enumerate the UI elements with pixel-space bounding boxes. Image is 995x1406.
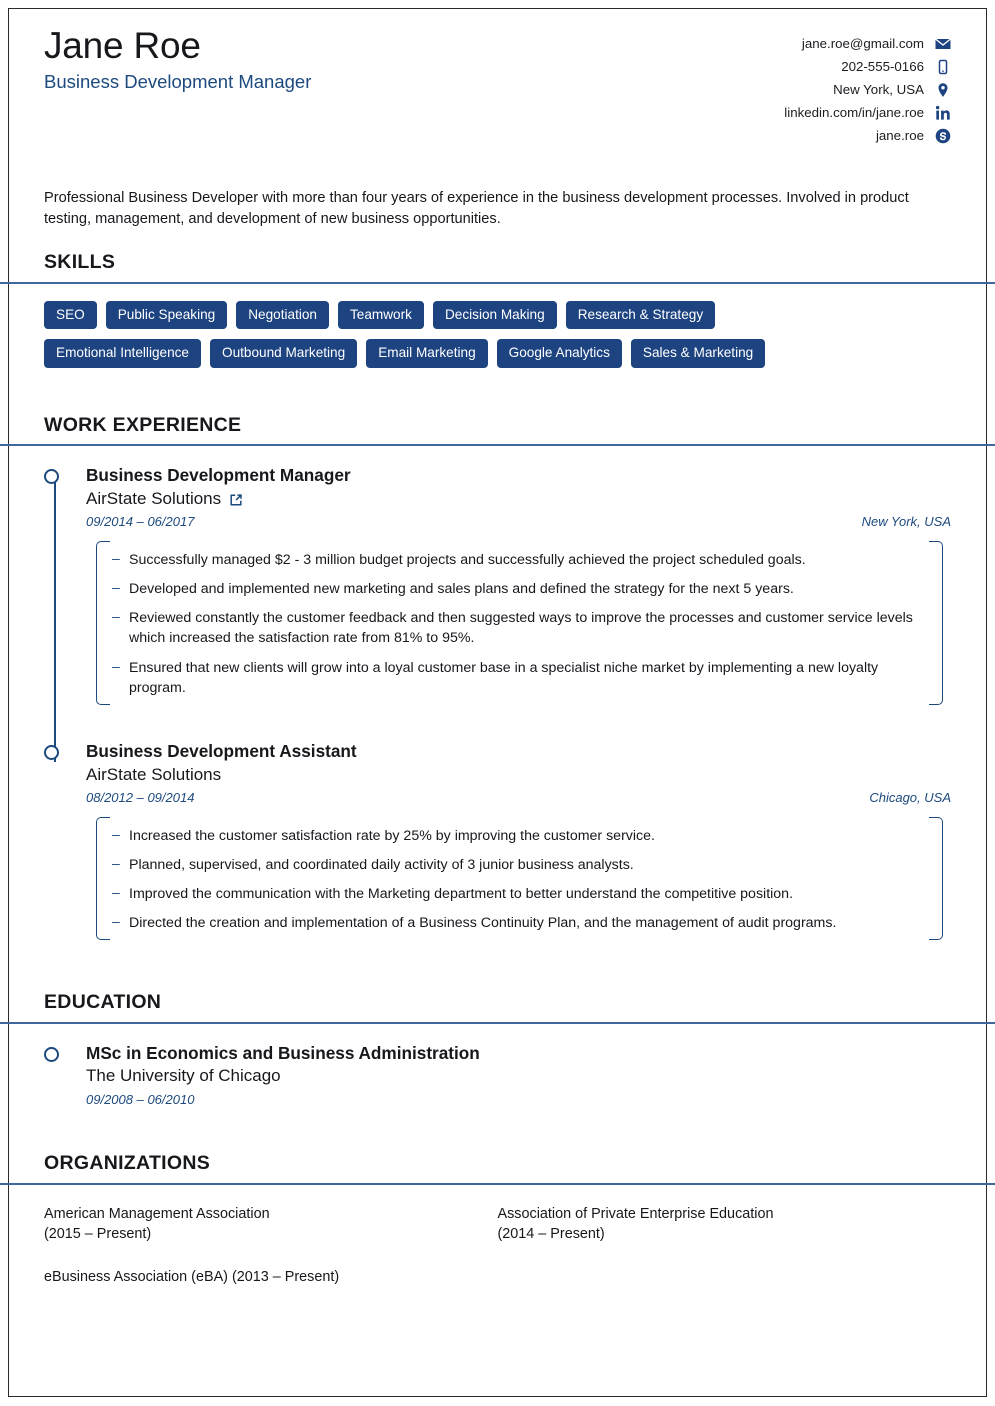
organizations-section: American Management Association (2015 – … (0, 1185, 995, 1309)
skill-pill: Sales & Marketing (630, 339, 766, 368)
bullet-item: Developed and implemented new marketing … (112, 578, 917, 599)
work-entry-location: New York, USA (861, 514, 951, 530)
skill-pill: Research & Strategy (565, 300, 716, 330)
bullet-item: Improved the communication with the Mark… (112, 883, 917, 904)
work-entry: Business Development Manager AirState So… (44, 465, 951, 705)
skills-section: SEO Public Speaking Negotiation Teamwork… (0, 284, 995, 437)
section-title-organizations: ORGANIZATIONS (44, 1152, 211, 1175)
contact-item-email[interactable]: jane.roe@gmail.com (802, 36, 951, 52)
organization-item: Association of Private Enterprise Educat… (497, 1205, 774, 1243)
envelope-icon (935, 36, 951, 52)
bullet-item: Reviewed constantly the customer feedbac… (112, 607, 917, 648)
organization-item: American Management Association (2015 – … (44, 1205, 270, 1243)
contact-item-skype[interactable]: jane.roe (876, 128, 951, 144)
section-title-skills: SKILLS (44, 251, 116, 274)
skill-pill: SEO (44, 300, 97, 330)
contact-linkedin-value: linkedin.com/in/jane.roe (784, 104, 924, 120)
organization-item: eBusiness Association (eBA) (2013 – Pres… (44, 1268, 340, 1285)
work-entry-role: Business Development Assistant (86, 740, 357, 761)
header: Jane Roe Business Development Manager ja… (44, 0, 951, 144)
skill-pill: Decision Making (432, 300, 557, 330)
section-title-work-experience: WORK EXPERIENCE (44, 413, 242, 436)
contact-list: jane.roe@gmail.com 202-555-0166 New York… (784, 36, 951, 144)
work-experience-section: Business Development Manager AirState So… (0, 446, 995, 1013)
contact-skype-value: jane.roe (875, 127, 924, 143)
skill-row: Emotional Intelligence Outbound Marketin… (44, 339, 951, 368)
work-entry-organization: AirState Solutions (86, 764, 222, 784)
skill-pill: Public Speaking (105, 300, 228, 330)
organizations-column-right: Association of Private Enterprise Educat… (498, 1204, 952, 1309)
bracket-left-decoration (96, 816, 110, 941)
bracket-right-decoration (929, 541, 943, 705)
skill-pill: Emotional Intelligence (44, 339, 201, 368)
professional-summary: Professional Business Developer with mor… (44, 190, 909, 228)
timeline-dot-icon (44, 1046, 59, 1062)
contact-email-value: jane.roe@gmail.com (801, 35, 924, 51)
work-entry-bullets: Increased the customer satisfaction rate… (86, 816, 951, 941)
skype-icon (935, 128, 951, 144)
skill-pill: Email Marketing (366, 339, 488, 368)
candidate-name: Jane Roe (44, 25, 201, 66)
work-timeline: Business Development Manager AirState So… (44, 446, 951, 941)
skill-pill: Negotiation (236, 300, 329, 330)
timeline-dot-icon (44, 469, 59, 485)
education-entry-school: The University of Chicago (86, 1066, 281, 1086)
skill-row: SEO Public Speaking Negotiation Teamwork… (44, 300, 951, 330)
work-entry: Business Development Assistant AirState … (44, 740, 951, 941)
skill-pill: Google Analytics (496, 339, 622, 368)
education-entry-date: 09/2008 – 06/2010 (86, 1091, 195, 1107)
header-section: Jane Roe Business Development Manager ja… (0, 0, 995, 274)
work-entry-date: 08/2012 – 09/2014 (86, 789, 195, 805)
education-timeline: MSc in Economics and Business Administra… (44, 1024, 951, 1108)
work-entry-location: Chicago, USA (869, 789, 951, 805)
linkedin-icon (935, 105, 951, 121)
organizations-column-left: American Management Association (2015 – … (44, 1204, 498, 1309)
skill-pill: Teamwork (338, 300, 424, 330)
bracket-right-decoration (929, 816, 943, 941)
section-title-education: EDUCATION (44, 991, 162, 1014)
work-entry-bullets: Successfully managed $2 - 3 million budg… (86, 541, 951, 705)
contact-phone-value: 202-555-0166 (841, 58, 924, 74)
timeline-connector (54, 476, 56, 763)
identity-block: Jane Roe Business Development Manager (44, 26, 311, 93)
work-entry-organization: AirState Solutions (86, 489, 222, 509)
bullet-item: Planned, supervised, and coordinated dai… (112, 854, 917, 875)
education-entry: MSc in Economics and Business Administra… (44, 1042, 951, 1108)
education-entry-degree: MSc in Economics and Business Administra… (86, 1042, 480, 1063)
contact-item-phone[interactable]: 202-555-0166 (841, 59, 951, 75)
bullet-item: Increased the customer satisfaction rate… (112, 825, 917, 846)
timeline-dot-icon (44, 744, 59, 760)
bullet-item: Directed the creation and implementation… (112, 912, 917, 933)
phone-icon (935, 59, 951, 75)
bracket-left-decoration (96, 541, 110, 705)
contact-location-value: New York, USA (833, 81, 924, 97)
external-link-icon[interactable] (229, 493, 243, 507)
bullet-item: Ensured that new clients will grow into … (112, 657, 917, 698)
contact-item-location: New York, USA (833, 82, 951, 98)
location-pin-icon (935, 82, 951, 98)
bullet-item: Successfully managed $2 - 3 million budg… (112, 549, 917, 570)
education-section: MSc in Economics and Business Administra… (0, 1024, 995, 1175)
resume-page: Jane Roe Business Development Manager ja… (0, 0, 995, 1406)
work-entry-date: 09/2014 – 06/2017 (86, 514, 195, 530)
skill-pill: Outbound Marketing (210, 339, 358, 368)
work-entry-role: Business Development Manager (86, 465, 351, 486)
contact-item-linkedin[interactable]: linkedin.com/in/jane.roe (784, 105, 951, 121)
candidate-job-title: Business Development Manager (44, 70, 312, 92)
